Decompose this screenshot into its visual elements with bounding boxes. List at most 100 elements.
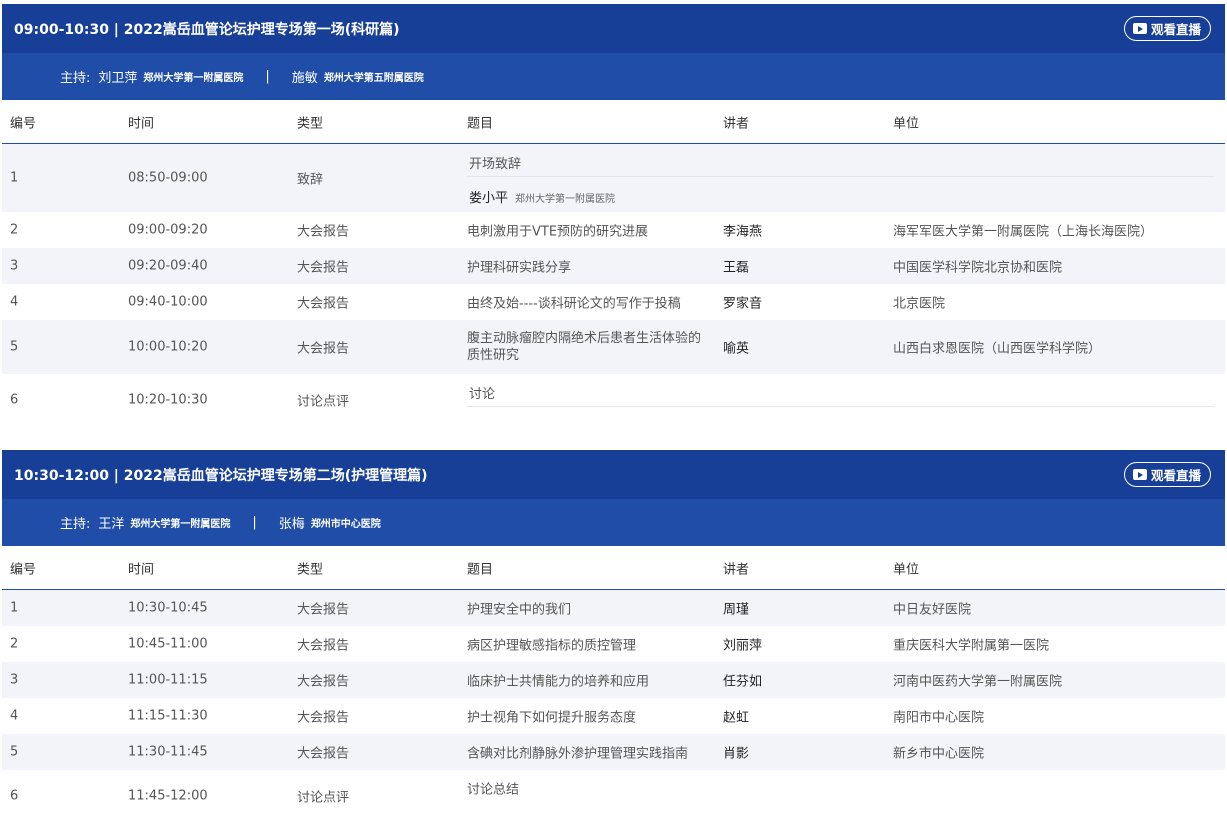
watch-live-label: 观看直播 [1150, 22, 1201, 37]
table-row: 2 10:45-11:00 大会报告 病区护理敏感指标的质控管理 刘丽萍 重庆医… [2, 626, 1225, 662]
row-speaker: 娄小平 [469, 191, 509, 206]
row-time: 11:30-11:45 [128, 744, 208, 760]
row-type: 大会报告 [297, 296, 350, 312]
row-no: 5 [10, 339, 19, 355]
play-icon [1132, 469, 1147, 480]
row-speaker: 李海燕 [723, 224, 763, 240]
row-type: 讨论点评 [297, 790, 350, 806]
row-topic: 临床护士共情能力的培养和应用 [467, 674, 650, 690]
host-name: 王洋 [98, 517, 125, 532]
host-label: 主持: [60, 71, 91, 86]
row-time: 10:30-10:45 [128, 600, 208, 616]
row-unit: 河南中医药大学第一附属医院 [893, 674, 1063, 690]
row-no: 1 [10, 600, 19, 616]
row-unit: 中国医学科学院北京协和医院 [893, 260, 1063, 276]
row-topic: 护理科研实践分享 [467, 260, 572, 276]
col-header-topic: 题目 [467, 562, 494, 577]
row-no: 6 [10, 788, 19, 804]
watch-live-label: 观看直播 [1150, 468, 1201, 483]
col-header-topic: 题目 [467, 116, 494, 131]
topic-subline: 开场致辞 [467, 144, 1215, 177]
host-unit: 郑州市中心医院 [310, 519, 381, 530]
col-header-unit: 单位 [893, 116, 920, 131]
host-label: 主持: [60, 517, 91, 532]
host-separator: | [265, 69, 270, 84]
row-no: 2 [10, 222, 19, 238]
row-topic: 开场致辞 [469, 157, 522, 172]
host-separator: | [252, 515, 257, 530]
row-speaker: 周瑾 [723, 602, 750, 618]
hosts-bar: 主持: 王洋 郑州大学第一附属医院 | 张梅 郑州市中心医院 [2, 499, 1225, 546]
row-no: 4 [10, 294, 19, 310]
row-topic: 电刺激用于VTE预防的研究进展 [467, 224, 649, 240]
row-topic: 含碘对比剂静脉外渗护理管理实践指南 [467, 746, 689, 762]
row-type: 大会报告 [297, 602, 350, 618]
row-speaker: 肖影 [723, 746, 750, 762]
watch-live-button[interactable]: 观看直播 [1123, 462, 1211, 487]
row-unit: 北京医院 [893, 296, 946, 312]
table-row: 6 11:45-12:00 讨论点评 讨论总结 [2, 770, 1225, 818]
row-time: 10:20-10:30 [128, 392, 208, 408]
session-title: 09:00-10:30 | 2022嵩岳血管论坛护理专场第一场(科研篇) [14, 22, 400, 38]
row-time: 10:45-11:00 [128, 636, 208, 652]
watch-live-button[interactable]: 观看直播 [1123, 16, 1211, 41]
row-type: 大会报告 [297, 710, 350, 726]
row-time: 10:00-10:20 [128, 339, 208, 355]
col-header-time: 时间 [128, 562, 155, 577]
row-no: 1 [10, 170, 19, 186]
host-name: 刘卫萍 [98, 71, 138, 86]
col-header-speaker: 讲者 [723, 562, 750, 577]
host-unit: 郑州大学第五附属医院 [323, 73, 424, 84]
topic-subline: 讨论 [467, 374, 1215, 407]
col-header-no: 编号 [10, 562, 37, 577]
session-2: 10:30-12:00 | 2022嵩岳血管论坛护理专场第二场(护理管理篇) 观… [2, 450, 1225, 818]
row-type: 讨论点评 [297, 394, 350, 410]
row-speaker: 赵虹 [723, 710, 750, 726]
row-unit: 山西白求恩医院（山西医学科学院） [893, 341, 1102, 357]
row-unit: 中日友好医院 [893, 602, 972, 618]
row-type: 大会报告 [297, 341, 350, 357]
row-time: 09:40-10:00 [128, 294, 208, 310]
table-header: 编号 时间 类型 题目 讲者 单位 [2, 546, 1225, 590]
row-no: 5 [10, 744, 19, 760]
row-topic: 病区护理敏感指标的质控管理 [467, 638, 637, 654]
row-topic: 腹主动脉瘤腔内隔绝术后患者生活体验的质性研究 [467, 331, 702, 363]
row-no: 2 [10, 636, 19, 652]
row-time: 08:50-09:00 [128, 170, 208, 186]
row-no: 3 [10, 672, 19, 688]
play-icon [1132, 23, 1147, 34]
speaker-subline: 娄小平 郑州大学第一附属医院 [467, 178, 1215, 212]
table-row: 1 08:50-09:00 致辞 开场致辞 娄小平 郑州大学第一附属医院 [2, 144, 1225, 212]
table-row: 3 11:00-11:15 大会报告 临床护士共情能力的培养和应用 任芬如 河南… [2, 662, 1225, 698]
col-header-type: 类型 [297, 116, 324, 131]
host-name: 施敏 [291, 71, 318, 86]
table-header: 编号 时间 类型 题目 讲者 单位 [2, 100, 1225, 144]
row-topic: 由终及始----谈科研论文的写作于投稿 [467, 296, 681, 312]
session-title: 10:30-12:00 | 2022嵩岳血管论坛护理专场第二场(护理管理篇) [14, 468, 428, 484]
row-topic: 护理安全中的我们 [467, 602, 572, 618]
row-type: 致辞 [297, 172, 324, 188]
row-type: 大会报告 [297, 638, 350, 654]
row-unit: 海军军医大学第一附属医院（上海长海医院） [893, 224, 1154, 240]
row-unit: 重庆医科大学附属第一医院 [893, 638, 1050, 654]
row-no: 4 [10, 708, 19, 724]
row-topic: 护士视角下如何提升服务态度 [467, 710, 637, 726]
row-unit: 南阳市中心医院 [893, 710, 985, 726]
row-topic: 讨论 [469, 387, 496, 402]
col-header-speaker: 讲者 [723, 116, 750, 131]
session-header: 10:30-12:00 | 2022嵩岳血管论坛护理专场第二场(护理管理篇) 观… [2, 450, 1225, 499]
row-speaker: 任芬如 [723, 674, 763, 690]
row-type: 大会报告 [297, 260, 350, 276]
row-speaker: 王磊 [723, 260, 750, 276]
row-speaker: 刘丽萍 [723, 638, 763, 654]
host-unit: 郑州大学第一附属医院 [143, 73, 244, 84]
table-row: 6 10:20-10:30 讨论点评 讨论 [2, 374, 1225, 426]
row-time: 09:20-09:40 [128, 258, 208, 274]
table-row: 5 10:00-10:20 大会报告 腹主动脉瘤腔内隔绝术后患者生活体验的质性研… [2, 320, 1225, 374]
session-header: 09:00-10:30 | 2022嵩岳血管论坛护理专场第一场(科研篇) 观看直… [2, 4, 1225, 53]
row-time: 11:45-12:00 [128, 788, 208, 804]
row-speaker: 罗家音 [723, 296, 763, 312]
row-speaker: 喻英 [723, 341, 750, 357]
table-row: 3 09:20-09:40 大会报告 护理科研实践分享 王磊 中国医学科学院北京… [2, 248, 1225, 284]
row-time: 09:00-09:20 [128, 222, 208, 238]
